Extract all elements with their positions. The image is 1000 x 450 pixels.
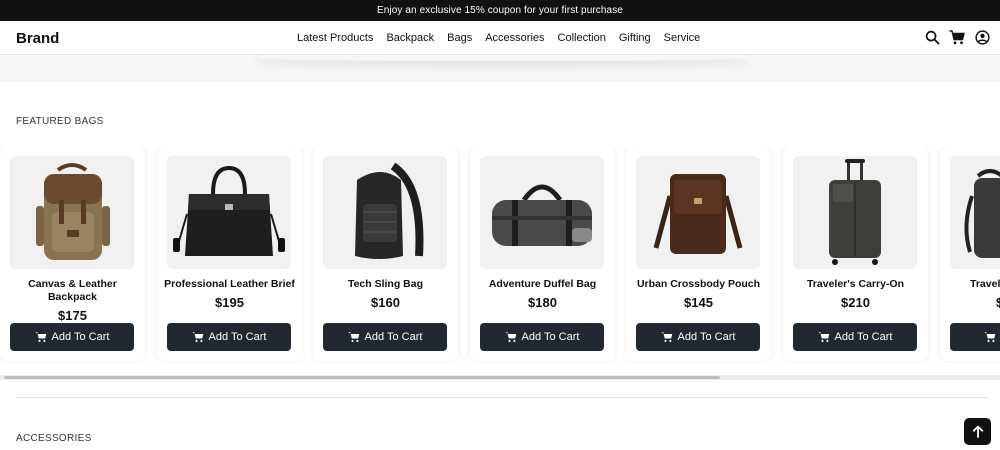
hero-dropdown-shadow (258, 55, 748, 61)
product-card[interactable]: Professional Leather Brief $195 Add To C… (157, 147, 302, 361)
product-card[interactable]: Adventure Duffel Bag $180 Add To Cart (470, 147, 615, 361)
product-name: Traveler's Carry-On (806, 278, 905, 290)
accessories-title: ACCESSORIES (16, 433, 92, 444)
add-to-cart-label: Add To Cart (364, 331, 423, 343)
section-divider (16, 397, 989, 398)
featured-bags-carousel[interactable]: Canvas & Leather Backpack $175 Add To Ca… (0, 147, 1000, 363)
crossbody-pouch-image[interactable] (636, 156, 760, 269)
product-price: $160 (371, 295, 400, 310)
add-to-cart-label: Add To Cart (208, 331, 267, 343)
add-to-cart-button[interactable]: Add To Cart (10, 323, 134, 351)
product-name: Professional Leather Brief (164, 278, 295, 290)
product-name: Adventure Duffel Bag (488, 278, 597, 290)
add-to-cart-button[interactable]: A (950, 323, 1000, 351)
nav-service[interactable]: Service (664, 32, 701, 44)
cart-icon (191, 332, 203, 343)
backpack-image[interactable] (10, 156, 134, 269)
add-to-cart-button[interactable]: Add To Cart (480, 323, 604, 351)
user-icon[interactable] (974, 29, 990, 45)
header-actions (924, 29, 990, 45)
back-to-top-button[interactable] (964, 418, 991, 445)
briefcase-image[interactable] (167, 156, 291, 269)
cart-icon (34, 332, 46, 343)
add-to-cart-button[interactable]: Add To Cart (793, 323, 917, 351)
product-name: Travel (970, 278, 1000, 290)
carousel-scrollbar[interactable] (0, 375, 1000, 380)
product-card[interactable]: Travel $ A (940, 147, 1000, 361)
cart-icon (984, 332, 996, 343)
add-to-cart-button[interactable]: Add To Cart (323, 323, 447, 351)
product-price: $ (996, 295, 1000, 310)
product-name: Tech Sling Bag (347, 278, 424, 290)
product-name: Canvas & Leather Backpack (28, 278, 117, 303)
product-price: $180 (528, 295, 557, 310)
brand-logo[interactable]: Brand (16, 30, 59, 47)
cart-icon[interactable] (949, 29, 965, 45)
nav-accessories[interactable]: Accessories (485, 32, 544, 44)
travel-backpack-image[interactable] (950, 156, 1000, 269)
product-price: $145 (684, 295, 713, 310)
product-name: Urban Crossbody Pouch (636, 278, 761, 290)
cart-icon (504, 332, 516, 343)
nav-gifting[interactable]: Gifting (619, 32, 651, 44)
product-card[interactable]: Canvas & Leather Backpack $175 Add To Ca… (0, 147, 145, 361)
product-card[interactable]: Traveler's Carry-On $210 Add To Cart (783, 147, 928, 361)
add-to-cart-label: Add To Cart (677, 331, 736, 343)
add-to-cart-label: Add To Cart (521, 331, 580, 343)
arrow-up-icon (972, 425, 983, 438)
product-card[interactable]: Tech Sling Bag $160 Add To Cart (313, 147, 458, 361)
product-card[interactable]: Urban Crossbody Pouch $145 Add To Cart (626, 147, 771, 361)
hero-band (0, 55, 1000, 82)
nav-collection[interactable]: Collection (558, 32, 606, 44)
add-to-cart-button[interactable]: Add To Cart (636, 323, 760, 351)
suitcase-image[interactable] (793, 156, 917, 269)
featured-bags-title: FEATURED BAGS (16, 116, 104, 127)
product-price: $175 (58, 308, 87, 323)
carousel-scrollbar-thumb[interactable] (4, 376, 720, 379)
add-to-cart-label: Add To Cart (834, 331, 893, 343)
search-icon[interactable] (924, 29, 940, 45)
add-to-cart-button[interactable]: Add To Cart (167, 323, 291, 351)
nav-latest-products[interactable]: Latest Products (297, 32, 373, 44)
sling-bag-image[interactable] (323, 156, 447, 269)
main-nav: Latest Products Backpack Bags Accessorie… (297, 32, 700, 44)
add-to-cart-label: Add To Cart (51, 331, 110, 343)
cart-icon (660, 332, 672, 343)
nav-bags[interactable]: Bags (447, 32, 472, 44)
cart-icon (347, 332, 359, 343)
promo-bar: Enjoy an exclusive 15% coupon for your f… (0, 0, 1000, 21)
nav-backpack[interactable]: Backpack (386, 32, 434, 44)
duffel-bag-image[interactable] (480, 156, 604, 269)
product-price: $195 (215, 295, 244, 310)
product-price: $210 (841, 295, 870, 310)
promo-text: Enjoy an exclusive 15% coupon for your f… (377, 5, 623, 16)
site-header: Brand Latest Products Backpack Bags Acce… (0, 21, 1000, 55)
cart-icon (817, 332, 829, 343)
